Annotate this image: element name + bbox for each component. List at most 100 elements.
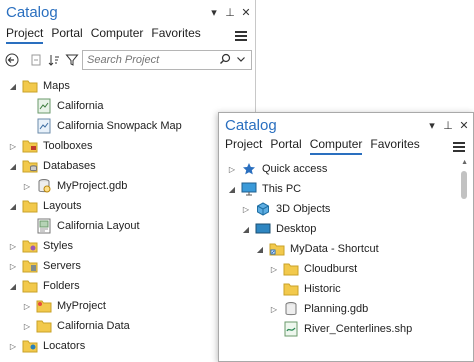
collapse-arrow-icon[interactable]: ◢ (227, 184, 237, 194)
expand-arrow-icon[interactable]: ▷ (241, 204, 251, 214)
tree-item-california-layout[interactable]: California Layout (36, 216, 140, 236)
expand-arrow-icon[interactable]: ▷ (8, 341, 18, 351)
tab-computer[interactable]: Computer (309, 137, 363, 155)
expand-arrow-icon[interactable]: ▷ (8, 241, 18, 251)
tree-item-label: Locators (43, 340, 86, 352)
tree-item-label: Quick access (262, 163, 328, 175)
collapse-arrow-icon[interactable]: ◢ (8, 81, 18, 91)
filter-icon[interactable] (64, 52, 80, 68)
tab-project[interactable]: Project (6, 26, 44, 44)
tree-item-label: California Layout (57, 220, 140, 232)
expand-arrow-icon[interactable]: ▷ (22, 321, 32, 331)
tree-item-maps[interactable]: ◢ Maps (8, 76, 70, 96)
expand-arrow-icon[interactable]: ▷ (22, 181, 32, 191)
catalog-pane-computer: Catalog ▾ ⊥ ✕ Project Portal Computer Fa… (218, 112, 474, 362)
tree-item-this-pc[interactable]: ◢ This PC (227, 179, 301, 199)
map-icon (36, 118, 52, 134)
refresh-icon[interactable] (28, 52, 44, 68)
collapse-arrow-icon[interactable]: ◢ (255, 244, 265, 254)
folder-icon (36, 298, 52, 314)
menu-icon[interactable] (453, 140, 465, 154)
tree-item-databases[interactable]: ◢ Databases (8, 156, 96, 176)
options-dropdown-icon[interactable]: ▾ (209, 6, 219, 19)
pin-icon[interactable]: ⊥ (443, 119, 453, 132)
tree-item-label: Cloudburst (304, 263, 358, 275)
collapse-arrow-icon[interactable]: ◢ (8, 161, 18, 171)
computer-icon (241, 181, 257, 197)
tree-item-servers[interactable]: ▷ Servers (8, 256, 81, 276)
tree-item-label: Servers (43, 260, 81, 272)
tab-project[interactable]: Project (225, 137, 262, 155)
tree-item-desktop[interactable]: ◢ Desktop (241, 219, 316, 239)
tree-item-label: California (57, 100, 104, 112)
close-icon[interactable]: ✕ (241, 6, 251, 19)
tree-item-cloudburst[interactable]: ▷ Cloudburst (269, 259, 357, 279)
tree-item-river-centerlines[interactable]: River_Centerlines.shp (283, 319, 412, 339)
sort-icon[interactable] (46, 52, 62, 68)
back-button[interactable] (4, 52, 20, 68)
options-dropdown-icon[interactable]: ▾ (427, 119, 437, 132)
tree-item-styles[interactable]: ▷ Styles (8, 236, 73, 256)
shapefile-icon (283, 321, 299, 337)
folder-icon (283, 261, 299, 277)
folder-icon (36, 318, 52, 334)
menu-icon[interactable] (235, 29, 247, 43)
tree-item-label: Maps (43, 80, 70, 92)
desktop-icon (255, 221, 271, 237)
collapse-arrow-icon[interactable]: ◢ (8, 201, 18, 211)
tree-item-label: MyProject (57, 300, 106, 312)
expand-arrow-icon[interactable]: ▷ (269, 264, 279, 274)
tree-item-label: Historic (304, 283, 341, 295)
tree-item-label: Styles (43, 240, 73, 252)
folder-icon (22, 198, 38, 214)
tree-item-california-data[interactable]: ▷ California Data (22, 316, 130, 336)
tree-item-label: Layouts (43, 200, 82, 212)
search-input[interactable] (87, 54, 207, 66)
locator-icon (22, 338, 38, 354)
expand-arrow-icon[interactable]: ▷ (8, 141, 18, 151)
tab-favorites[interactable]: Favorites (370, 137, 419, 155)
tab-favorites[interactable]: Favorites (151, 26, 200, 44)
tree-item-historic[interactable]: Historic (283, 279, 341, 299)
tree-item-locators[interactable]: ▷ Locators (8, 336, 85, 356)
tree-item-folders[interactable]: ◢ Folders (8, 276, 80, 296)
tree-item-myproject[interactable]: ▷ MyProject (22, 296, 106, 316)
tab-computer[interactable]: Computer (91, 26, 144, 44)
window-controls: ▾ ⊥ ✕ (209, 6, 251, 19)
tree-item-label: California Snowpack Map (57, 120, 182, 132)
tab-portal[interactable]: Portal (270, 137, 301, 155)
tree-item-3d-objects[interactable]: ▷ 3D Objects (241, 199, 330, 219)
chevron-down-icon[interactable] (236, 53, 246, 68)
tree-item-layouts[interactable]: ◢ Layouts (8, 196, 82, 216)
tree-item-california-snowpack-map[interactable]: California Snowpack Map (36, 116, 182, 136)
expand-arrow-icon[interactable]: ▷ (8, 261, 18, 271)
tree-item-label: This PC (262, 183, 302, 195)
tree-item-mydata-shortcut[interactable]: ◢ MyData - Shortcut (255, 239, 379, 259)
tab-portal[interactable]: Portal (51, 26, 82, 44)
tree-item-label: Toolboxes (43, 140, 93, 152)
tree-item-quick-access[interactable]: ▷ Quick access (227, 159, 327, 179)
scrollbar-thumb[interactable] (461, 171, 467, 199)
folder-icon (283, 281, 299, 297)
tree-item-california[interactable]: California (36, 96, 103, 116)
search-icon[interactable] (219, 53, 231, 68)
tree-item-label: Planning.gdb (304, 303, 369, 315)
collapse-arrow-icon[interactable]: ◢ (8, 281, 18, 291)
expand-arrow-icon[interactable]: ▷ (227, 164, 237, 174)
toolbar (4, 50, 252, 70)
pin-icon[interactable]: ⊥ (225, 6, 235, 19)
tree-item-label: River_Centerlines.shp (304, 323, 413, 335)
pane-title: Catalog (6, 4, 58, 21)
scroll-up-icon[interactable]: ▲ (461, 159, 468, 166)
expand-arrow-icon[interactable]: ▷ (22, 301, 32, 311)
collapse-arrow-icon[interactable]: ◢ (241, 224, 251, 234)
tree-item-toolboxes[interactable]: ▷ Toolboxes (8, 136, 93, 156)
layout-icon (36, 218, 52, 234)
tree-item-planning-gdb[interactable]: ▷ Planning.gdb (269, 299, 368, 319)
close-icon[interactable]: ✕ (459, 119, 469, 132)
tab-bar: Project Portal Computer Favorites (225, 137, 420, 155)
tree-item-myproject-gdb[interactable]: ▷ MyProject.gdb (22, 176, 127, 196)
expand-arrow-icon[interactable]: ▷ (269, 304, 279, 314)
tree-item-label: Folders (43, 280, 80, 292)
tree-item-label: MyProject.gdb (57, 180, 128, 192)
